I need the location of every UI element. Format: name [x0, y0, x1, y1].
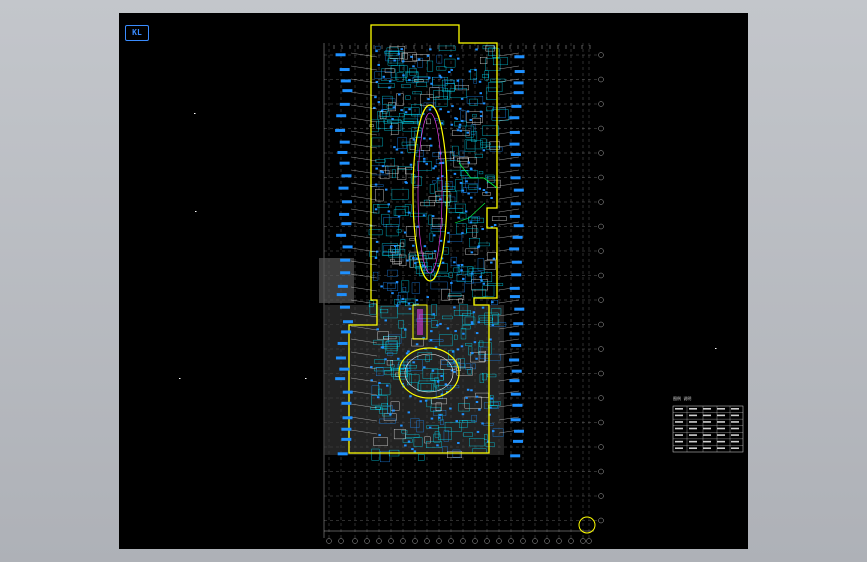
floor-plan-drawing[interactable]: [119, 13, 748, 549]
drawing-sheet[interactable]: KL 图例 说明: [119, 13, 748, 549]
axis-grid: [323, 43, 604, 544]
legend-title: 图例 说明: [673, 396, 692, 401]
cad-viewport[interactable]: KL 图例 说明: [0, 0, 867, 562]
circle-marker-icon: [578, 516, 596, 534]
legend-table: [672, 405, 744, 453]
